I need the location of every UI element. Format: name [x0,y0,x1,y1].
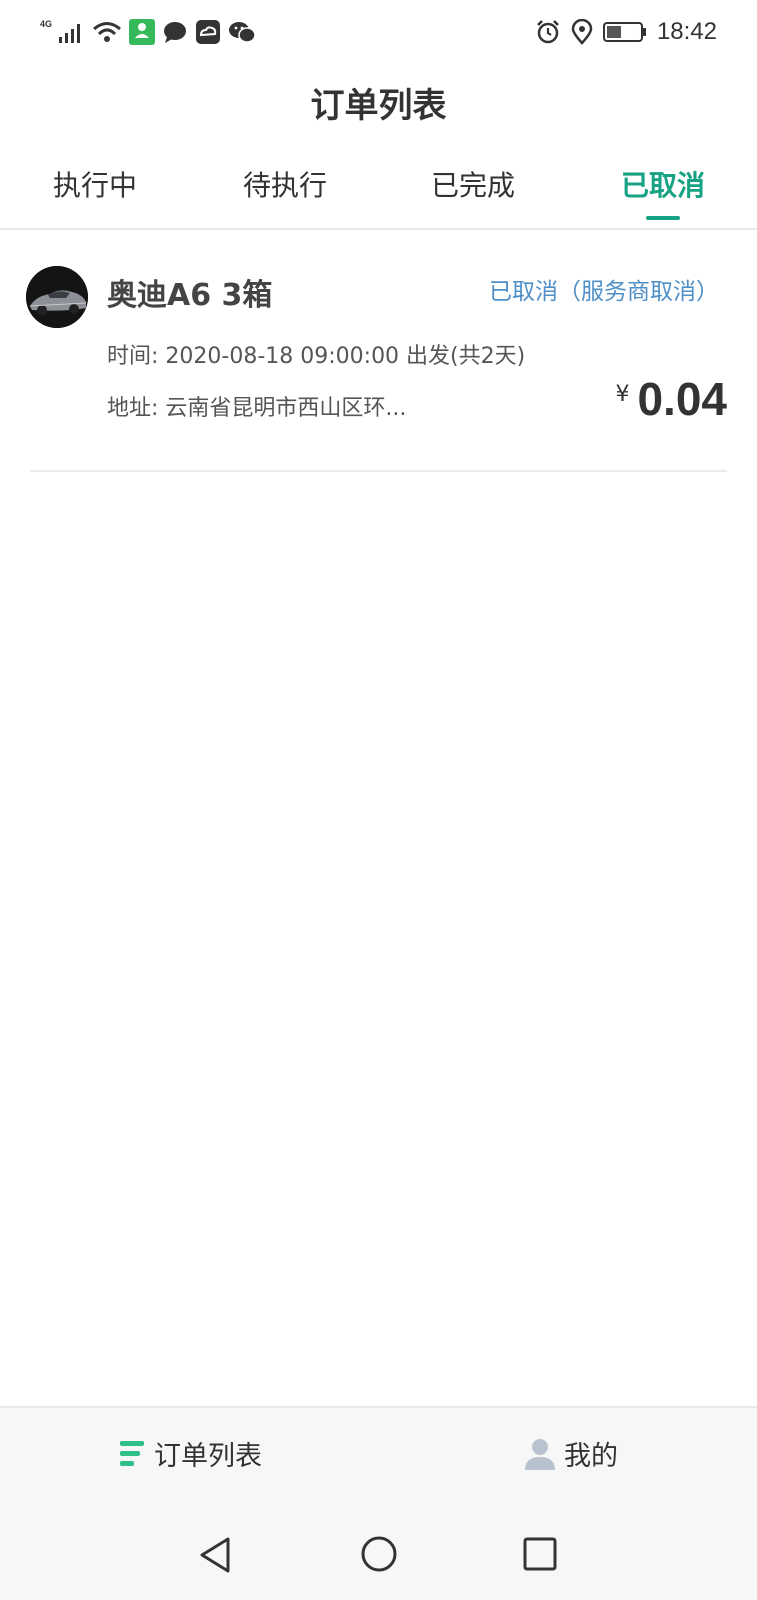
order-list-item[interactable]: 奥迪A6 3箱 已取消（服务商取消） 时间: 2020-08-18 09:00:… [0,258,757,472]
tab-completed[interactable]: 已完成 [378,164,568,204]
battery-icon [602,22,646,42]
tab-pending[interactable]: 待执行 [190,164,380,204]
list-icon [120,1440,144,1466]
clock-time: 18:42 [656,18,717,45]
bottom-tab-profile-label: 我的 [564,1441,618,1472]
tab-cancelled[interactable]: 已取消 [568,164,757,204]
bottom-tab-bar: 订单列表 我的 [0,1406,757,1508]
app-notification-icon [129,19,156,45]
car-model-name: 奥迪A6 3箱 [107,278,273,313]
recent-apps-icon[interactable] [522,1536,558,1572]
page-title: 订单列表 [310,86,447,126]
message-bubble-icon [164,22,187,43]
bottom-tab-profile[interactable]: 我的 [524,1434,618,1473]
list-divider [30,470,727,472]
bottom-tab-orders-label: 订单列表 [154,1441,262,1472]
wifi-icon [93,22,121,42]
user-icon [525,1438,555,1470]
status-bar: 4G 18:42 [0,0,757,64]
tab-in-progress[interactable]: 执行中 [0,164,190,204]
alarm-icon [537,20,559,44]
price-amount: 0.04 [637,373,727,425]
currency-symbol: ¥ [615,382,630,407]
order-status: 已取消（服务商取消） [489,279,719,305]
network-type-label: 4G [40,19,53,29]
location-icon [571,19,593,45]
order-address: 地址: 云南省昆明市西山区环... [107,396,407,421]
active-tab-indicator [646,216,680,220]
bottom-tab-orders[interactable]: 订单列表 [120,1434,262,1473]
order-price: ¥0.04 [615,372,727,426]
system-navigation-bar [0,1506,757,1600]
back-icon[interactable] [198,1536,232,1574]
home-icon[interactable] [359,1534,399,1574]
weather-app-icon [196,20,221,44]
order-status-tabs: 执行中 待执行 已完成 已取消 [0,150,757,230]
wechat-icon [229,22,256,43]
cellular-signal-icon [59,24,81,43]
car-thumbnail [26,266,88,328]
order-time: 时间: 2020-08-18 09:00:00 出发(共2天) [107,344,526,369]
